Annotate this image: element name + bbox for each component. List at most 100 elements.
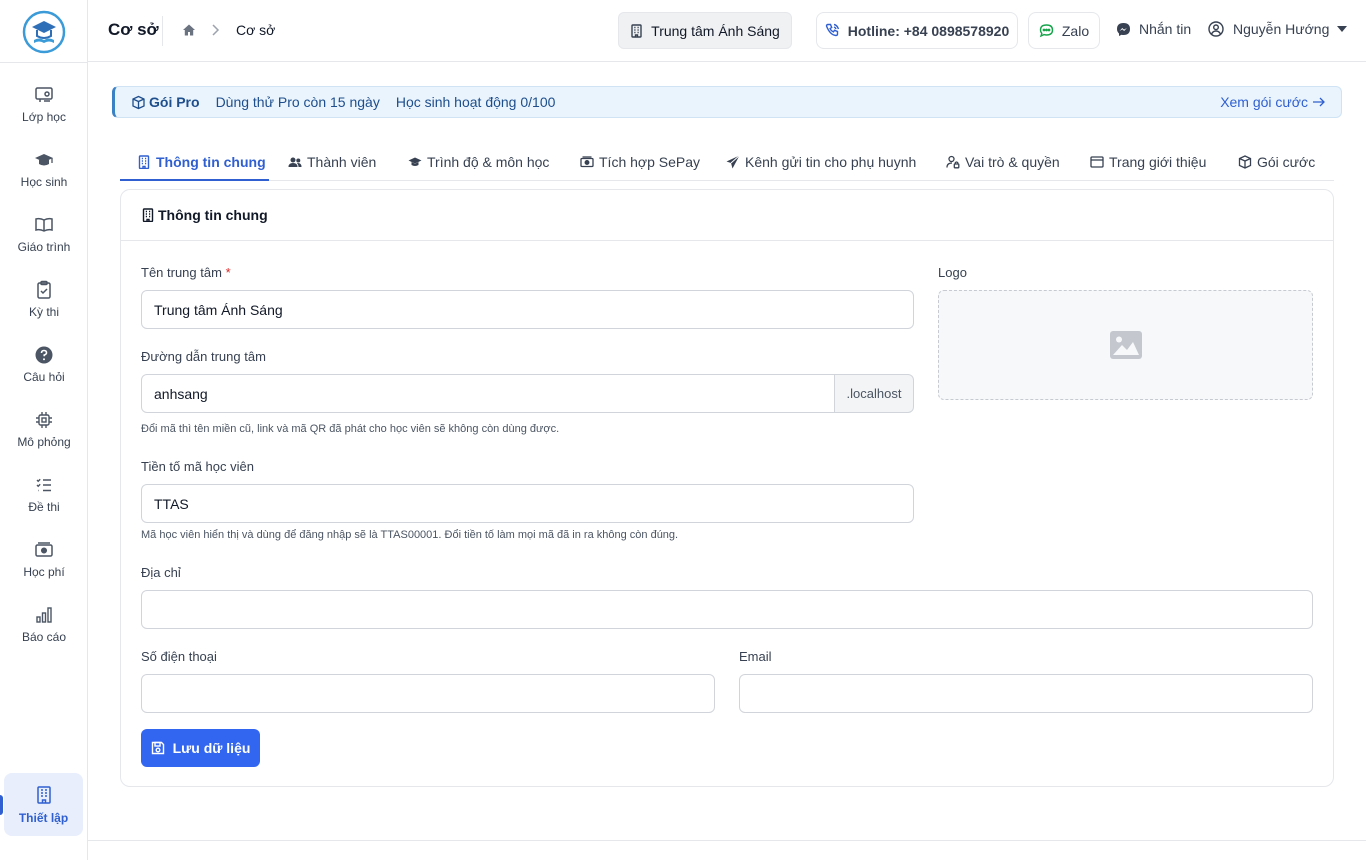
card-title: Thông tin chung [158, 207, 268, 223]
chat-bubble-icon [1039, 23, 1054, 38]
sidebar-item-tuition[interactable]: Học phí [0, 538, 88, 598]
email-input[interactable] [739, 674, 1313, 713]
view-plans-link[interactable]: Xem gói cước [1220, 94, 1325, 110]
sidebar-item-students[interactable]: Học sinh [0, 148, 88, 208]
messenger-label: Nhắn tin [1139, 21, 1192, 37]
save-button-label: Lưu dữ liệu [172, 740, 251, 756]
graduation-cap-icon [34, 150, 54, 170]
tab-label: Kênh gửi tin cho phụ huynh [745, 153, 917, 170]
domain-suffix: .localhost [835, 374, 914, 413]
footer-area [88, 840, 1366, 860]
app-logo[interactable] [22, 10, 66, 54]
top-header: Cơ sở Cơ sở Trung tâm Ánh Sáng Hotline: … [88, 0, 1366, 62]
center-url-help: Đổi mã thì tên miền cũ, link và mã QR đã… [141, 423, 560, 435]
home-icon[interactable] [182, 23, 196, 37]
center-selector-button[interactable]: Trung tâm Ánh Sáng [618, 12, 792, 49]
floppy-disk-icon [151, 741, 165, 755]
user-name: Nguyễn Hướng [1233, 21, 1330, 37]
sidebar-item-label: Mô phỏng [17, 435, 71, 449]
logo-upload-area[interactable] [938, 290, 1313, 400]
view-plans-label: Xem gói cước [1220, 94, 1308, 110]
center-name-input[interactable] [141, 290, 914, 329]
bar-chart-icon [34, 605, 54, 625]
tab-members[interactable]: Thành viên [288, 142, 376, 181]
tab-label: Gói cước [1257, 153, 1316, 170]
user-menu[interactable]: Nguyễn Hướng [1208, 21, 1348, 37]
plan-banner: Gói Pro Dùng thử Pro còn 15 ngày Học sin… [112, 86, 1342, 118]
sidebar-item-label: Học phí [23, 565, 65, 579]
email-label: Email [739, 649, 772, 664]
header-divider [162, 16, 163, 46]
tab-label: Tích hợp SePay [599, 153, 701, 170]
sidebar-item-label: Giáo trình [17, 240, 71, 254]
clipboard-check-icon [34, 280, 54, 300]
general-info-card: Thông tin chung Tên trung tâm * Đường dẫ… [120, 189, 1334, 787]
sidebar-item-label: Thiết lập [18, 811, 69, 825]
caret-down-icon [1336, 24, 1348, 34]
sidebar: Lớp học Học sinh Giáo trình Kỳ thi Câu h… [0, 0, 88, 860]
tab-roles-permissions[interactable]: Vai trò & quyền [946, 142, 1060, 181]
main-content: Gói Pro Dùng thử Pro còn 15 ngày Học sin… [88, 62, 1366, 840]
center-url-input[interactable] [141, 374, 835, 413]
tab-general-info[interactable]: Thông tin chung [120, 142, 269, 181]
sidebar-item-tests[interactable]: Đề thi [0, 473, 88, 533]
tab-label: Vai trò & quyền [965, 153, 1060, 170]
building-icon [142, 208, 154, 222]
question-circle-icon [34, 345, 54, 365]
building-icon [137, 154, 151, 169]
zalo-label: Zalo [1061, 22, 1090, 39]
sidebar-item-classes[interactable]: Lớp học [0, 83, 88, 143]
money-icon [580, 155, 594, 169]
classroom-icon [34, 85, 54, 105]
address-label: Địa chỉ [141, 565, 181, 580]
center-name: Trung tâm Ánh Sáng [651, 22, 780, 39]
hotline-text: Hotline: +84 0898578920 [847, 22, 1010, 39]
student-prefix-input[interactable] [141, 484, 914, 523]
sidebar-item-label: Câu hỏi [23, 370, 65, 384]
page-title: Cơ sở [108, 20, 159, 39]
active-students: Học sinh hoạt động 0/100 [395, 94, 556, 110]
box-icon [1238, 154, 1252, 169]
student-prefix-help: Mã học viên hiển thị và dùng để đăng nhậ… [141, 529, 679, 541]
users-icon [288, 155, 302, 169]
required-mark: * [225, 265, 231, 280]
list-check-icon [34, 475, 54, 495]
phone-input[interactable] [141, 674, 715, 713]
sidebar-item-questions[interactable]: Câu hỏi [0, 343, 88, 403]
sidebar-item-reports[interactable]: Báo cáo [0, 603, 88, 663]
sidebar-item-label: Đề thi [28, 500, 60, 514]
address-input[interactable] [141, 590, 1313, 629]
card-header: Thông tin chung [121, 190, 1333, 241]
logo-label: Logo [938, 265, 967, 280]
graduation-cap-icon [408, 155, 422, 169]
tab-intro-page[interactable]: Trang giới thiệu [1090, 142, 1206, 181]
trial-remaining: Dùng thử Pro còn 15 ngày [215, 94, 380, 110]
box-icon [131, 95, 146, 110]
hotline-button[interactable]: Hotline: +84 0898578920 [816, 12, 1018, 49]
arrow-right-icon [1313, 97, 1325, 107]
sidebar-item-exams[interactable]: Kỳ thi [0, 278, 88, 338]
tab-levels-subjects[interactable]: Trình độ & môn học [408, 142, 549, 181]
sidebar-item-label: Báo cáo [21, 630, 67, 644]
sidebar-item-simulation[interactable]: Mô phỏng [0, 408, 88, 468]
sidebar-item-settings[interactable]: Thiết lập [4, 773, 83, 836]
tab-parent-messaging[interactable]: Kênh gửi tin cho phụ huynh [726, 142, 916, 181]
building-icon [34, 785, 54, 805]
settings-tabs: Thông tin chung Thành viên Trình độ & mô… [120, 142, 1334, 181]
zalo-button[interactable]: Zalo [1028, 12, 1100, 49]
save-button[interactable]: Lưu dữ liệu [141, 729, 260, 767]
tab-plans[interactable]: Gói cước [1238, 142, 1315, 181]
messenger-button[interactable]: Nhắn tin [1116, 21, 1191, 37]
phone-icon [825, 23, 840, 38]
money-icon [34, 540, 54, 560]
tab-sepay[interactable]: Tích hợp SePay [580, 142, 700, 181]
image-placeholder-icon [1109, 330, 1143, 360]
window-icon [1090, 155, 1104, 169]
student-prefix-label: Tiền tố mã học viên [141, 459, 254, 474]
tab-label: Thành viên [307, 153, 377, 170]
active-indicator [0, 795, 3, 815]
sidebar-item-curriculum[interactable]: Giáo trình [0, 213, 88, 273]
chevron-right-icon [209, 23, 221, 37]
user-lock-icon [946, 155, 960, 169]
center-name-label: Tên trung tâm * [141, 265, 231, 280]
